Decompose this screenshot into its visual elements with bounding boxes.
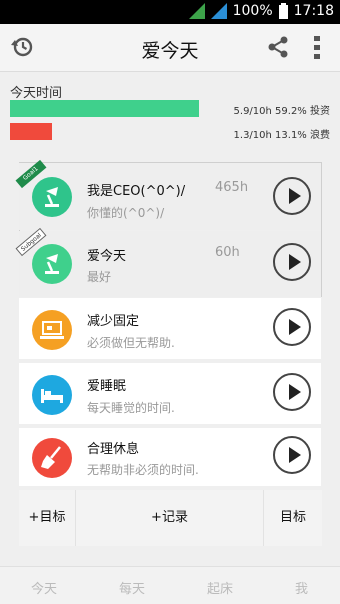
wifi-signal-icon	[188, 3, 205, 19]
goal-desc: 无帮助非必须的时间.	[87, 463, 199, 477]
goal-name: 合理休息	[87, 442, 140, 457]
bottom-nav: 今天 每天 起床 我	[0, 566, 340, 604]
tab-wake[interactable]: 起床	[207, 578, 233, 597]
waste-progress-bar	[10, 123, 52, 140]
cell-signal-icon	[210, 3, 227, 19]
goal-name: 我是CEO(^0^)/	[87, 184, 186, 199]
goal-desc: 每天睡觉的时间.	[87, 401, 175, 415]
goal-name: 减少固定	[87, 314, 140, 329]
goal-desc: 最好	[87, 270, 112, 284]
lamp-icon	[32, 244, 72, 284]
tab-today[interactable]: 今天	[31, 578, 57, 597]
today-time-label: 今天时间	[10, 86, 63, 101]
goals-button[interactable]: 目标	[264, 490, 322, 546]
app-bar: 爱今天	[0, 24, 340, 72]
invest-stat: 5.9/10h 59.2% 投资	[233, 106, 330, 117]
goal-hours: 60h	[215, 245, 240, 260]
lamp-icon	[32, 177, 72, 217]
tab-daily[interactable]: 每天	[119, 578, 145, 597]
invest-progress-bar	[10, 100, 199, 117]
laptop-icon	[32, 310, 72, 350]
play-button[interactable]	[273, 243, 311, 281]
broom-icon	[32, 438, 72, 478]
goal-card-today[interactable]: Subgoal 爱今天 60h 最好	[15, 227, 321, 297]
page-title: 爱今天	[141, 40, 199, 62]
goal-desc: 你懂的(^0^)/	[87, 206, 165, 220]
share-icon[interactable]	[267, 36, 289, 58]
goal-card-rest[interactable]: 合理休息 无帮助非必须的时间.	[19, 428, 321, 486]
play-button[interactable]	[273, 373, 311, 411]
goal-hours: 465h	[215, 180, 249, 195]
goal-card-sleep[interactable]: 爱睡眠 每天睡觉的时间.	[19, 363, 321, 424]
goal-card-ceo[interactable]: Goal1 我是CEO(^0^)/ 465h 你懂的(^0^)/	[15, 159, 321, 230]
battery-percent: 100%	[232, 3, 273, 19]
clock: 17:18	[293, 3, 334, 19]
status-bar: 100% 17:18	[0, 0, 340, 24]
tab-me[interactable]: 我	[295, 578, 308, 597]
goal-name: 爱睡眠	[87, 379, 127, 394]
bed-icon	[32, 375, 72, 415]
battery-icon	[278, 3, 288, 19]
goal-desc: 必须做但无帮助.	[87, 336, 175, 350]
more-options-icon[interactable]	[313, 36, 321, 60]
waste-stat: 1.3/10h 13.1% 浪费	[233, 130, 330, 141]
play-button[interactable]	[273, 436, 311, 474]
add-record-button[interactable]: +记录	[76, 490, 264, 546]
add-goal-button[interactable]: +目标	[19, 490, 76, 546]
goal-name: 爱今天	[87, 249, 127, 264]
goal-card-reduce-fixed[interactable]: 减少固定 必须做但无帮助.	[19, 298, 321, 359]
play-button[interactable]	[273, 177, 311, 215]
play-button[interactable]	[273, 308, 311, 346]
